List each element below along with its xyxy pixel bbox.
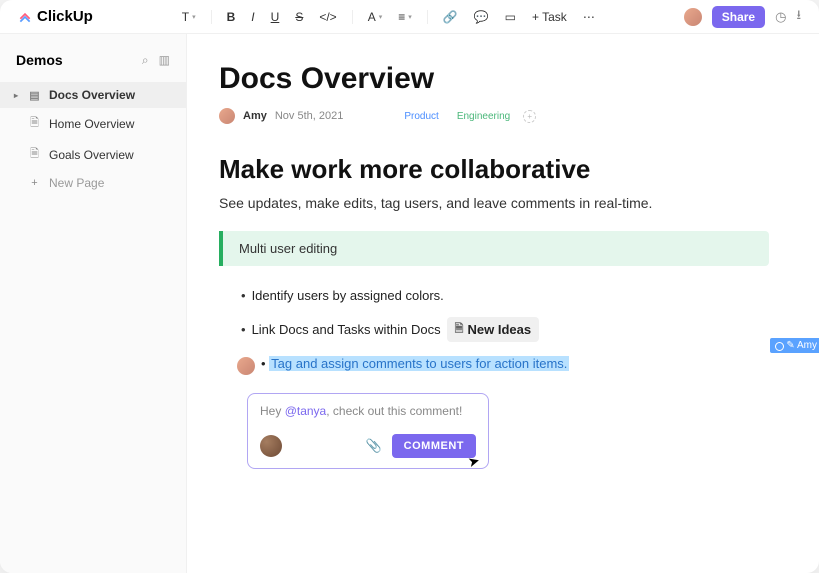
page-tree: ▸ ▤ Docs Overview 🗎 Home Overview 🗎 Goal… (0, 82, 186, 196)
sidebar-title: Demos (16, 52, 63, 68)
comment-icon[interactable]: 💬 (470, 8, 493, 26)
search-icon[interactable]: ⌕ (142, 53, 149, 68)
sidebar-item-docs-overview[interactable]: ▸ ▤ Docs Overview (0, 82, 186, 108)
brand-logo-group[interactable]: ClickUp (18, 8, 93, 25)
sidebar-item-home-overview[interactable]: 🗎 Home Overview (0, 108, 186, 139)
presence-badge: ✎ Amy (770, 338, 819, 353)
more-icon[interactable]: ⋯ (579, 8, 599, 26)
code-button[interactable]: </> (315, 8, 340, 26)
sidebar-item-goals-overview[interactable]: 🗎 Goals Overview (0, 139, 186, 170)
bullet-text: Identify users by assigned colors. (252, 288, 444, 303)
commenter-avatar (260, 435, 282, 457)
page-title[interactable]: Docs Overview (219, 62, 769, 96)
sidebar-header: Demos ⌕ ▥ (0, 52, 186, 82)
tag-engineering[interactable]: Engineering (452, 110, 515, 123)
bullet-text: Link Docs and Tasks within Docs (252, 322, 441, 337)
link-icon[interactable]: 🔗 (439, 8, 462, 26)
list-item[interactable]: Link Docs and Tasks within Docs 🗎 New Id… (241, 317, 769, 342)
cursor-icon: ➤ (466, 452, 482, 471)
history-icon[interactable]: ◷ (775, 9, 786, 25)
section-heading[interactable]: Make work more collaborative (219, 154, 769, 185)
text-style-button[interactable]: T▾ (178, 8, 200, 26)
comment-footer: 📎 COMMENT ➤ (260, 434, 476, 458)
sidebar: Demos ⌕ ▥ ▸ ▤ Docs Overview 🗎 Home Overv… (0, 34, 187, 573)
comment-input[interactable]: Hey @tanya, check out this comment! (260, 404, 476, 418)
clickup-logo-icon (18, 10, 32, 24)
add-task-button[interactable]: + Task (528, 8, 571, 26)
toolbar-right: Share ◷ ⭳ (684, 6, 801, 28)
sidebar-item-label: Docs Overview (49, 88, 135, 102)
highlighted-text: Tag and assign comments to users for act… (269, 356, 569, 371)
chip-label: New Ideas (468, 322, 532, 337)
formatting-toolbar: T▾ B I U S </> A▾ ≡▾ 🔗 💬 ▭ + Task ⋯ (99, 8, 678, 26)
doc-date: Nov 5th, 2021 (275, 110, 344, 122)
section-sub[interactable]: See updates, make edits, tag users, and … (219, 195, 769, 211)
top-bar: ClickUp T▾ B I U S </> A▾ ≡▾ 🔗 💬 ▭ + Tas… (0, 0, 819, 34)
brand-name: ClickUp (37, 8, 93, 25)
doc-icon: 🗎 (28, 145, 41, 164)
doc-meta: Amy Nov 5th, 2021 Product Engineering + (219, 108, 769, 124)
plus-icon: + (28, 177, 41, 189)
attachment-icon[interactable]: 📎 (365, 438, 381, 454)
author-avatar[interactable] (219, 108, 235, 124)
strike-button[interactable]: S (291, 8, 307, 26)
sidebar-item-label: Goals Overview (49, 148, 134, 162)
doc-icon: ▤ (28, 89, 41, 102)
doc-icon: 🗎 (455, 320, 464, 339)
mention[interactable]: @tanya (285, 404, 327, 418)
editor-avatar (237, 357, 255, 375)
panel-icon[interactable]: ▥ (159, 53, 170, 68)
list-item[interactable]: • Tag and assign comments to users for a… (237, 356, 769, 375)
text-color-button[interactable]: A▾ (364, 8, 387, 26)
doc-icon: 🗎 (28, 114, 41, 133)
sidebar-item-label: Home Overview (49, 117, 134, 131)
body: Demos ⌕ ▥ ▸ ▤ Docs Overview 🗎 Home Overv… (0, 34, 819, 573)
share-button[interactable]: Share (712, 6, 765, 28)
underline-button[interactable]: U (267, 8, 284, 26)
italic-button[interactable]: I (247, 8, 258, 26)
callout-block[interactable]: Multi user editing (219, 231, 769, 266)
bold-button[interactable]: B (223, 8, 240, 26)
comment-composer[interactable]: Hey @tanya, check out this comment! 📎 CO… (247, 393, 489, 469)
list-item[interactable]: Identify users by assigned colors. (241, 288, 769, 303)
document-main: Docs Overview Amy Nov 5th, 2021 Product … (187, 34, 819, 573)
new-page-button[interactable]: + New Page (0, 170, 186, 196)
tag-product[interactable]: Product (399, 110, 443, 123)
chevron-right-icon: ▸ (14, 91, 20, 100)
bullet-list: Identify users by assigned colors. Link … (241, 288, 769, 375)
download-icon[interactable]: ⭳ (796, 6, 801, 28)
avatar[interactable] (684, 8, 702, 26)
align-button[interactable]: ≡▾ (394, 8, 416, 26)
add-tag-button[interactable]: + (523, 110, 536, 123)
task-link-chip[interactable]: 🗎 New Ideas (447, 317, 539, 342)
comment-button[interactable]: COMMENT (392, 434, 476, 458)
author-name: Amy (243, 110, 267, 122)
sidebar-item-label: New Page (49, 176, 104, 190)
app-window: ClickUp T▾ B I U S </> A▾ ≡▾ 🔗 💬 ▭ + Tas… (0, 0, 819, 573)
bookmark-icon[interactable]: ▭ (501, 8, 520, 26)
